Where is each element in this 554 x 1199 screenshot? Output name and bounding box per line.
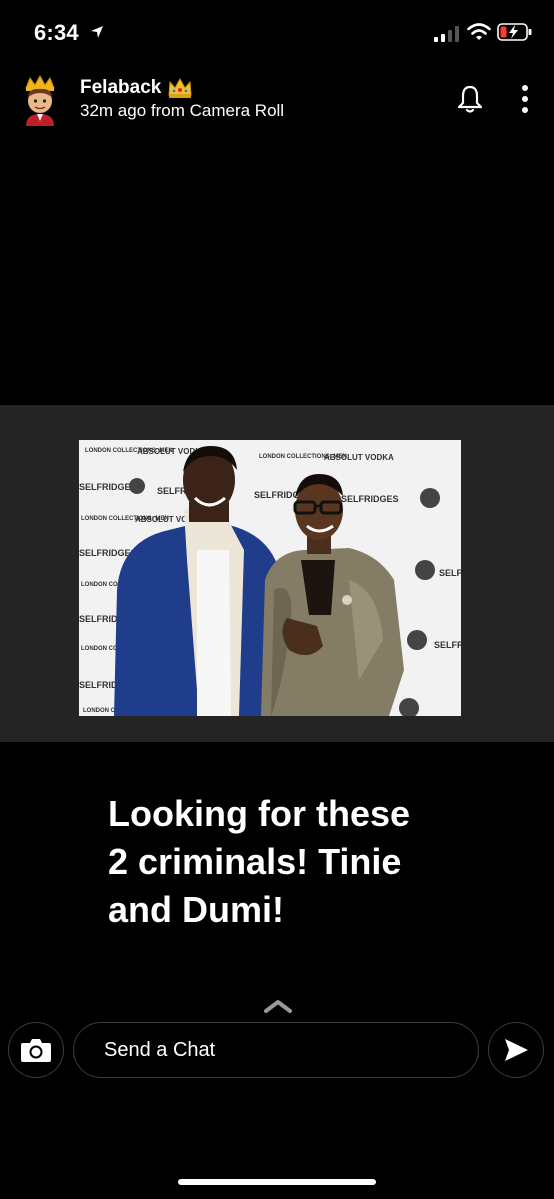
home-indicator[interactable] (178, 1179, 376, 1185)
backdrop-text: SELFRIDGES (341, 494, 399, 504)
battery-charging-icon (497, 23, 532, 41)
sponsor-logo (407, 630, 427, 650)
snap-caption: Looking for these 2 criminals! Tinie and… (108, 793, 411, 930)
backdrop-text: ABSOLUT VODKA (324, 453, 394, 462)
story-photo: LONDON COLLECTIONS: MEN ABSOLUT VODKA LO… (79, 440, 461, 716)
sponsor-logo (129, 478, 145, 494)
bitmoji-avatar[interactable] (20, 74, 60, 126)
bell-icon[interactable] (455, 84, 485, 114)
sponsor-logo (420, 488, 440, 508)
status-bar: 6:34 (0, 0, 554, 64)
username-row[interactable]: Felaback (80, 77, 193, 99)
story-subtitle: 32m ago from Camera Roll (80, 101, 285, 120)
sponsor-logo (415, 560, 435, 580)
backdrop-text: SELFRIDGES (79, 482, 137, 492)
more-vertical-icon[interactable] (515, 84, 535, 114)
camera-button[interactable] (8, 1022, 64, 1078)
backdrop-text: SELFRIDGES (434, 640, 461, 650)
location-arrow-icon (91, 26, 103, 38)
wifi-icon (467, 23, 491, 40)
send-chat-input[interactable]: Send a Chat (73, 1022, 479, 1078)
camera-icon (21, 1039, 51, 1062)
cellular-signal-icon (434, 26, 459, 42)
send-arrow-icon (505, 1039, 528, 1061)
crown-icon (168, 77, 192, 98)
status-time: 6:34 (34, 20, 79, 45)
username[interactable]: Felaback (80, 77, 161, 99)
send-button[interactable] (488, 1022, 544, 1078)
chevron-up-icon[interactable] (263, 998, 293, 1014)
backdrop-text: SELFRIDGES (439, 568, 461, 578)
